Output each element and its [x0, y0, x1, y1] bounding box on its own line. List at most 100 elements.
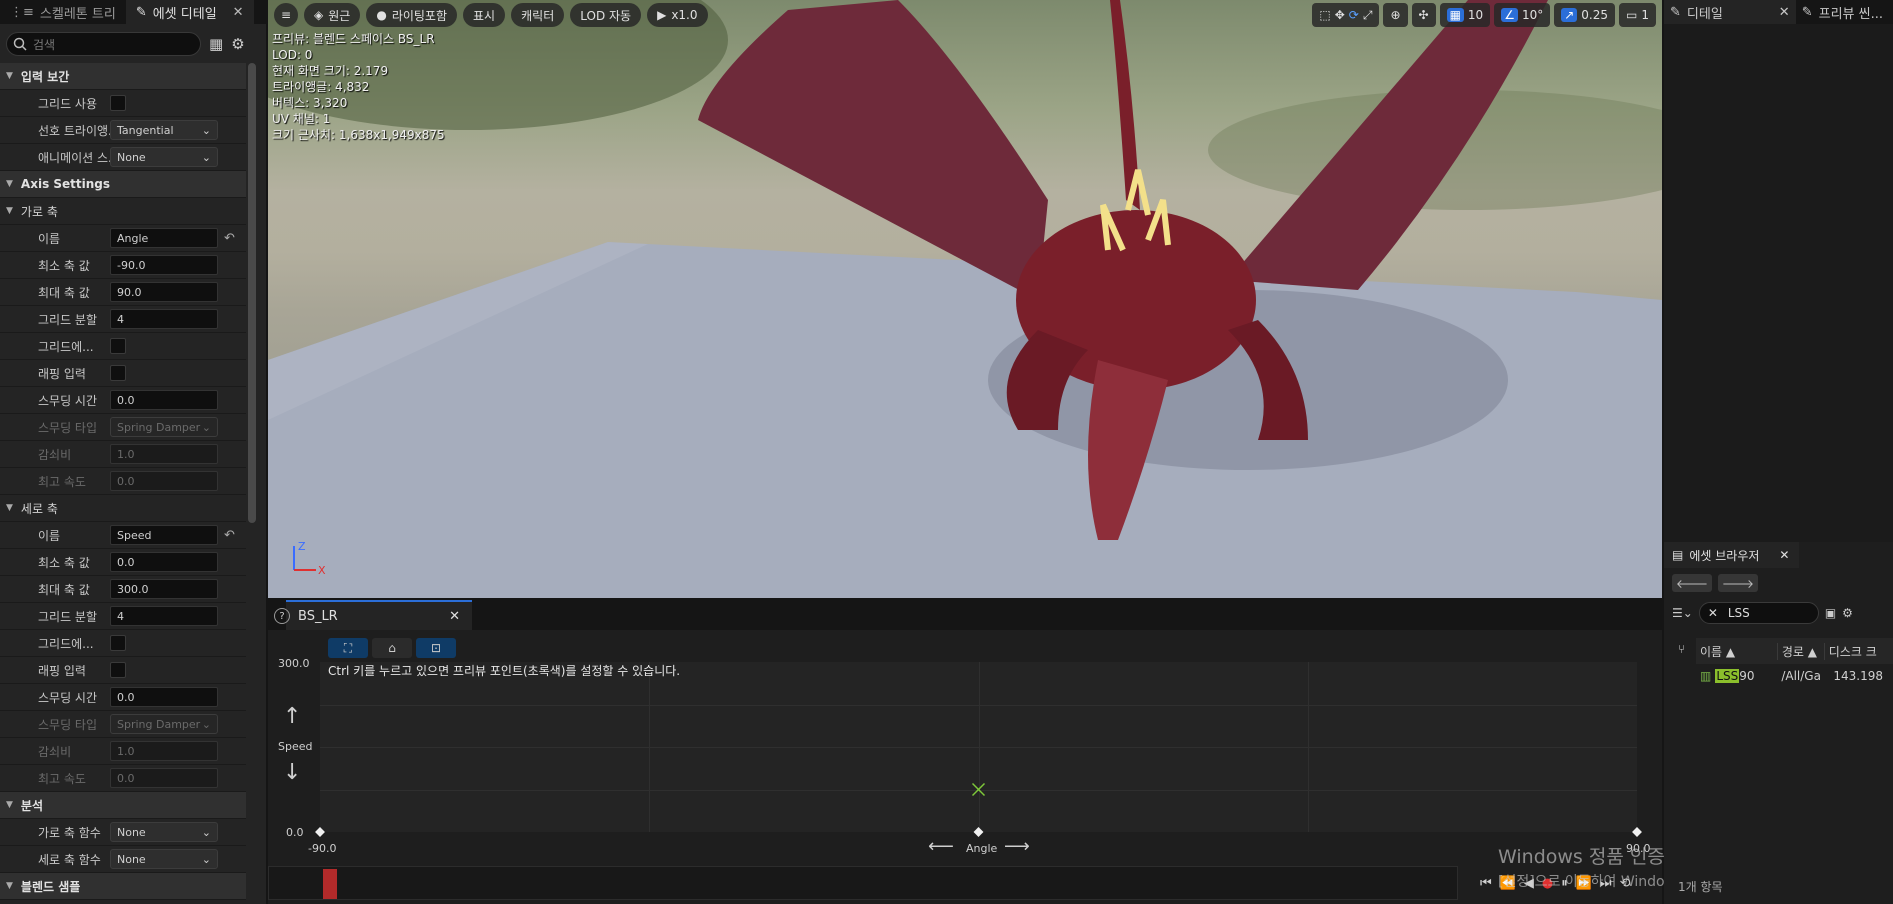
- viewport-stats: 프리뷰: 블렌드 스페이스 BS_LR LOD: 0 현재 화면 크기: 2.1…: [272, 31, 445, 143]
- close-tab-icon[interactable]: ✕: [1779, 5, 1790, 20]
- h-smooth-time-input[interactable]: 0.0: [110, 390, 218, 410]
- sample-point-2[interactable]: [1632, 827, 1642, 837]
- asset-browser-nav: 🡐 🡒: [1664, 568, 1893, 598]
- preview-point[interactable]: [971, 782, 986, 797]
- source-tree-icon[interactable]: ⑂: [1678, 642, 1685, 656]
- back-button[interactable]: 🡐: [1672, 574, 1712, 592]
- h-axis-min-input[interactable]: -90.0: [110, 255, 218, 275]
- h-axis-grid-div-input[interactable]: 4: [110, 309, 218, 329]
- category-analysis[interactable]: ▼ 분석: [0, 792, 246, 819]
- details-search-input[interactable]: 검색: [6, 32, 201, 56]
- row-h-smooth-time: 스무딩 시간 0.0: [0, 387, 246, 414]
- forward-button[interactable]: 🡒: [1718, 574, 1758, 592]
- v-axis-name-input[interactable]: Speed: [110, 525, 218, 545]
- triangulation-button[interactable]: ⛶: [328, 638, 368, 658]
- sample-point-0[interactable]: [315, 827, 325, 837]
- tab-details[interactable]: ✎ 디테일 ✕: [1664, 0, 1796, 24]
- y-axis-min-label: 0.0: [286, 826, 304, 839]
- transform-tools-group[interactable]: ⬚ ✥ ⟳ ⤢: [1312, 3, 1380, 27]
- v-axis-max-input[interactable]: 300.0: [110, 579, 218, 599]
- playhead[interactable]: [323, 869, 337, 899]
- category-axis-settings[interactable]: ▼ Axis Settings: [0, 171, 246, 198]
- gear-icon[interactable]: ⚙: [231, 35, 244, 53]
- h-grid-snap-checkbox[interactable]: [110, 338, 126, 354]
- surface-snap-button[interactable]: ✣: [1411, 3, 1436, 27]
- asset-row[interactable]: ▥ LSS90 /All/Ga 143.198: [1700, 664, 1893, 688]
- v-axis-min-input[interactable]: 0.0: [110, 552, 218, 572]
- anim-dropdown[interactable]: None ⌄: [110, 147, 218, 167]
- category-input-interp[interactable]: ▼ 입력 보간: [0, 63, 246, 90]
- v-max-speed-input: 0.0: [110, 768, 218, 788]
- column-disk-size[interactable]: 디스크 크: [1825, 643, 1893, 660]
- tab-preview-scene[interactable]: ✎ 프리뷰 씬...: [1796, 0, 1889, 24]
- lighting-button[interactable]: ● 라이팅포함: [366, 3, 458, 27]
- sample-point-1[interactable]: [973, 827, 984, 837]
- scale-icon: ⤢: [1362, 7, 1373, 22]
- close-tab-icon[interactable]: ✕: [449, 609, 460, 624]
- clear-search-icon[interactable]: ✕: [1708, 606, 1718, 620]
- tab-asset-browser[interactable]: ▤ 에셋 브라우저 ✕: [1664, 542, 1799, 568]
- v-axis-grid-div-input[interactable]: 4: [110, 606, 218, 626]
- reset-arrow-icon[interactable]: ↶: [224, 528, 235, 543]
- coord-space-button[interactable]: ⊕: [1383, 3, 1408, 27]
- character-button[interactable]: 캐릭터: [511, 3, 565, 27]
- folder-icon: ▤: [1672, 548, 1684, 562]
- details-scrollbar[interactable]: [248, 63, 256, 523]
- reset-arrow-icon[interactable]: ↶: [224, 231, 235, 246]
- chevron-down-icon: ⌄: [201, 717, 211, 731]
- close-tab-icon[interactable]: ✕: [233, 5, 244, 20]
- tab-bs-lr[interactable]: BS_LR ✕: [286, 600, 472, 630]
- show-button[interactable]: 표시: [463, 3, 506, 27]
- rotation-snap-button[interactable]: ∠ 10°: [1494, 3, 1551, 27]
- h-func-dropdown[interactable]: None ⌄: [110, 822, 218, 842]
- preview-viewport[interactable]: ≡ ◈ 원근 ● 라이팅포함 표시 캐릭터 LOD 자동 ▶ x1.0 ⬚ ✥ ⟳ ⤢ ⊕ …: [268, 0, 1662, 598]
- v-smooth-time-input[interactable]: 0.0: [110, 687, 218, 707]
- row-v-func: 세로 축 함수 None ⌄: [0, 846, 246, 873]
- close-tab-icon[interactable]: ✕: [1779, 548, 1789, 562]
- perspective-button[interactable]: ◈ 원근: [304, 3, 361, 27]
- tab-skeleton-tree[interactable]: ⋮≡ 스켈레톤 트리: [0, 0, 126, 24]
- playback-speed-button[interactable]: ▶ x1.0: [647, 3, 708, 27]
- asset-search-input[interactable]: ✕ LSS: [1698, 602, 1819, 624]
- column-path[interactable]: 경로 ▲: [1778, 642, 1825, 660]
- blend-space-graph[interactable]: [315, 662, 1642, 837]
- help-icon[interactable]: ?: [274, 608, 290, 624]
- row-h-name: 이름 Angle ↶: [0, 225, 246, 252]
- viewport-menu-button[interactable]: ≡: [274, 3, 298, 27]
- scale-snap-button[interactable]: ↗ 0.25: [1554, 3, 1616, 27]
- pref-tri-dropdown[interactable]: Tangential ⌄: [110, 120, 218, 140]
- v-grid-snap-checkbox[interactable]: [110, 635, 126, 651]
- pencil-icon: ✎: [135, 4, 147, 20]
- h-wrap-checkbox[interactable]: [110, 365, 126, 381]
- grid-snap-button[interactable]: ▦ 10: [1439, 3, 1491, 27]
- v-wrap-checkbox[interactable]: [110, 662, 126, 678]
- row-h-min: 최소 축 값 -90.0: [0, 252, 246, 279]
- v-func-dropdown[interactable]: None ⌄: [110, 849, 218, 869]
- timeline-scrubber[interactable]: [268, 866, 1458, 900]
- filter-icon[interactable]: ☰⌄: [1672, 606, 1693, 620]
- label-toggle-button[interactable]: ⌂: [372, 638, 412, 658]
- camera-speed-button[interactable]: ▭ 1: [1619, 3, 1656, 27]
- scale-arrow-icon: ↗: [1561, 8, 1578, 22]
- folder-open-icon[interactable]: ▣: [1825, 606, 1836, 620]
- subcategory-h-axis[interactable]: ▼ 가로 축: [0, 198, 246, 225]
- move-icon: ✥: [1334, 8, 1345, 22]
- subcategory-v-axis[interactable]: ▼ 세로 축: [0, 495, 246, 522]
- h-axis-name-input[interactable]: Angle: [110, 228, 218, 248]
- stat-approx-size: 크기 근사치: 1,638x1,949x875: [272, 128, 445, 142]
- rotate-icon: ⟳: [1348, 8, 1359, 22]
- select-icon: ⬚: [1319, 8, 1331, 22]
- row-h-grid-snap: 그리드에...: [0, 333, 246, 360]
- h-axis-max-input[interactable]: 90.0: [110, 282, 218, 302]
- column-name[interactable]: 이름 ▲: [1696, 642, 1778, 660]
- lod-button[interactable]: LOD 자동: [570, 3, 642, 27]
- y-axis-down-arrow: ↓: [283, 760, 302, 785]
- fit-view-button[interactable]: ⊡: [416, 638, 456, 658]
- category-blend-samples[interactable]: ▼ 블렌드 샘플: [0, 873, 246, 900]
- tab-asset-details[interactable]: ✎ 에셋 디테일 ✕: [125, 0, 254, 24]
- skip-start-icon[interactable]: ⏮: [1480, 876, 1492, 891]
- table-view-icon[interactable]: ▦: [209, 35, 223, 53]
- grid-use-checkbox[interactable]: [110, 95, 126, 111]
- gear-icon[interactable]: ⚙: [1842, 606, 1853, 620]
- row-v-max: 최대 축 값 300.0: [0, 576, 246, 603]
